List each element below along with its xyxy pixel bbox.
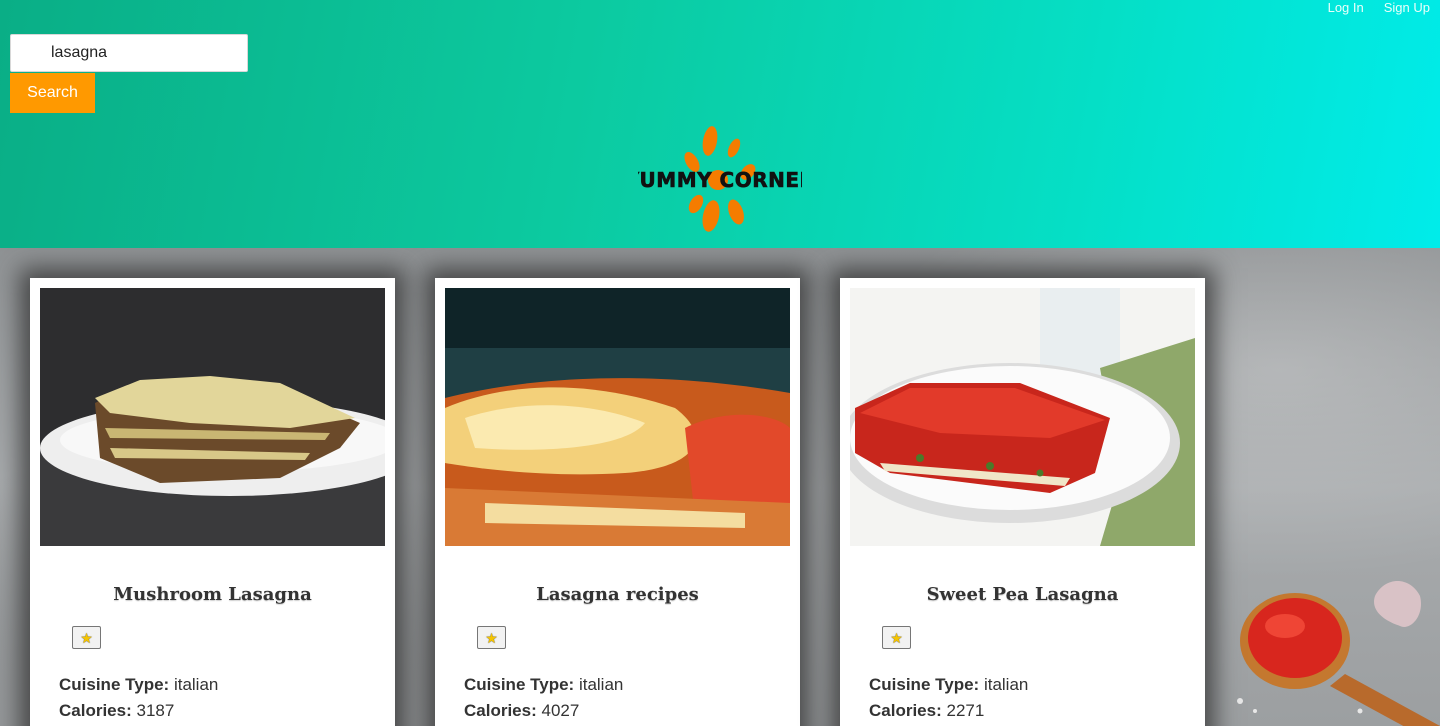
recipe-card[interactable]: Lasagna recipes ★ Cuisine Type: italian … <box>435 278 800 726</box>
recipe-image[interactable] <box>850 288 1195 546</box>
cuisine-type: Cuisine Type: italian <box>59 675 218 695</box>
header: Log In Sign Up Search YUMMY CORNER <box>0 0 1440 248</box>
star-icon: ★ <box>80 629 93 646</box>
signup-link[interactable]: Sign Up <box>1384 0 1430 15</box>
recipe-image[interactable] <box>40 288 385 546</box>
favorite-button[interactable]: ★ <box>477 626 506 649</box>
calories: Calories: 2271 <box>869 701 984 721</box>
star-icon: ★ <box>890 629 903 646</box>
search-input[interactable] <box>10 34 248 72</box>
star-icon: ★ <box>485 629 498 646</box>
calories-value: 4027 <box>541 701 580 720</box>
cuisine-label: Cuisine Type: <box>59 675 170 694</box>
recipe-card[interactable]: Sweet Pea Lasagna ★ Cuisine Type: italia… <box>840 278 1205 726</box>
calories: Calories: 3187 <box>59 701 174 721</box>
calories-value: 2271 <box>946 701 985 720</box>
recipe-title[interactable]: Sweet Pea Lasagna <box>840 584 1205 605</box>
cuisine-value: italian <box>578 675 624 694</box>
cuisine-label: Cuisine Type: <box>869 675 980 694</box>
cuisine-value: italian <box>983 675 1029 694</box>
results-area: Mushroom Lasagna ★ Cuisine Type: italian… <box>0 248 1440 726</box>
logo-text: YUMMY CORNER <box>638 168 802 192</box>
tomato-spoon-decor <box>1237 581 1440 726</box>
recipe-title[interactable]: Mushroom Lasagna <box>30 584 395 605</box>
search-button[interactable]: Search <box>10 73 95 113</box>
recipe-title[interactable]: Lasagna recipes <box>435 584 800 605</box>
login-link[interactable]: Log In <box>1328 0 1364 15</box>
calories-label: Calories: <box>59 701 132 720</box>
yummy-corner-logo: YUMMY CORNER <box>638 126 802 232</box>
favorite-button[interactable]: ★ <box>882 626 911 649</box>
recipe-image[interactable] <box>445 288 790 546</box>
cuisine-label: Cuisine Type: <box>464 675 575 694</box>
favorite-button[interactable]: ★ <box>72 626 101 649</box>
calories-label: Calories: <box>464 701 537 720</box>
top-nav: Log In Sign Up <box>1328 0 1430 15</box>
calories-label: Calories: <box>869 701 942 720</box>
cuisine-value: italian <box>173 675 219 694</box>
recipe-card[interactable]: Mushroom Lasagna ★ Cuisine Type: italian… <box>30 278 395 726</box>
cuisine-type: Cuisine Type: italian <box>869 675 1028 695</box>
cuisine-type: Cuisine Type: italian <box>464 675 623 695</box>
calories: Calories: 4027 <box>464 701 579 721</box>
calories-value: 3187 <box>136 701 175 720</box>
